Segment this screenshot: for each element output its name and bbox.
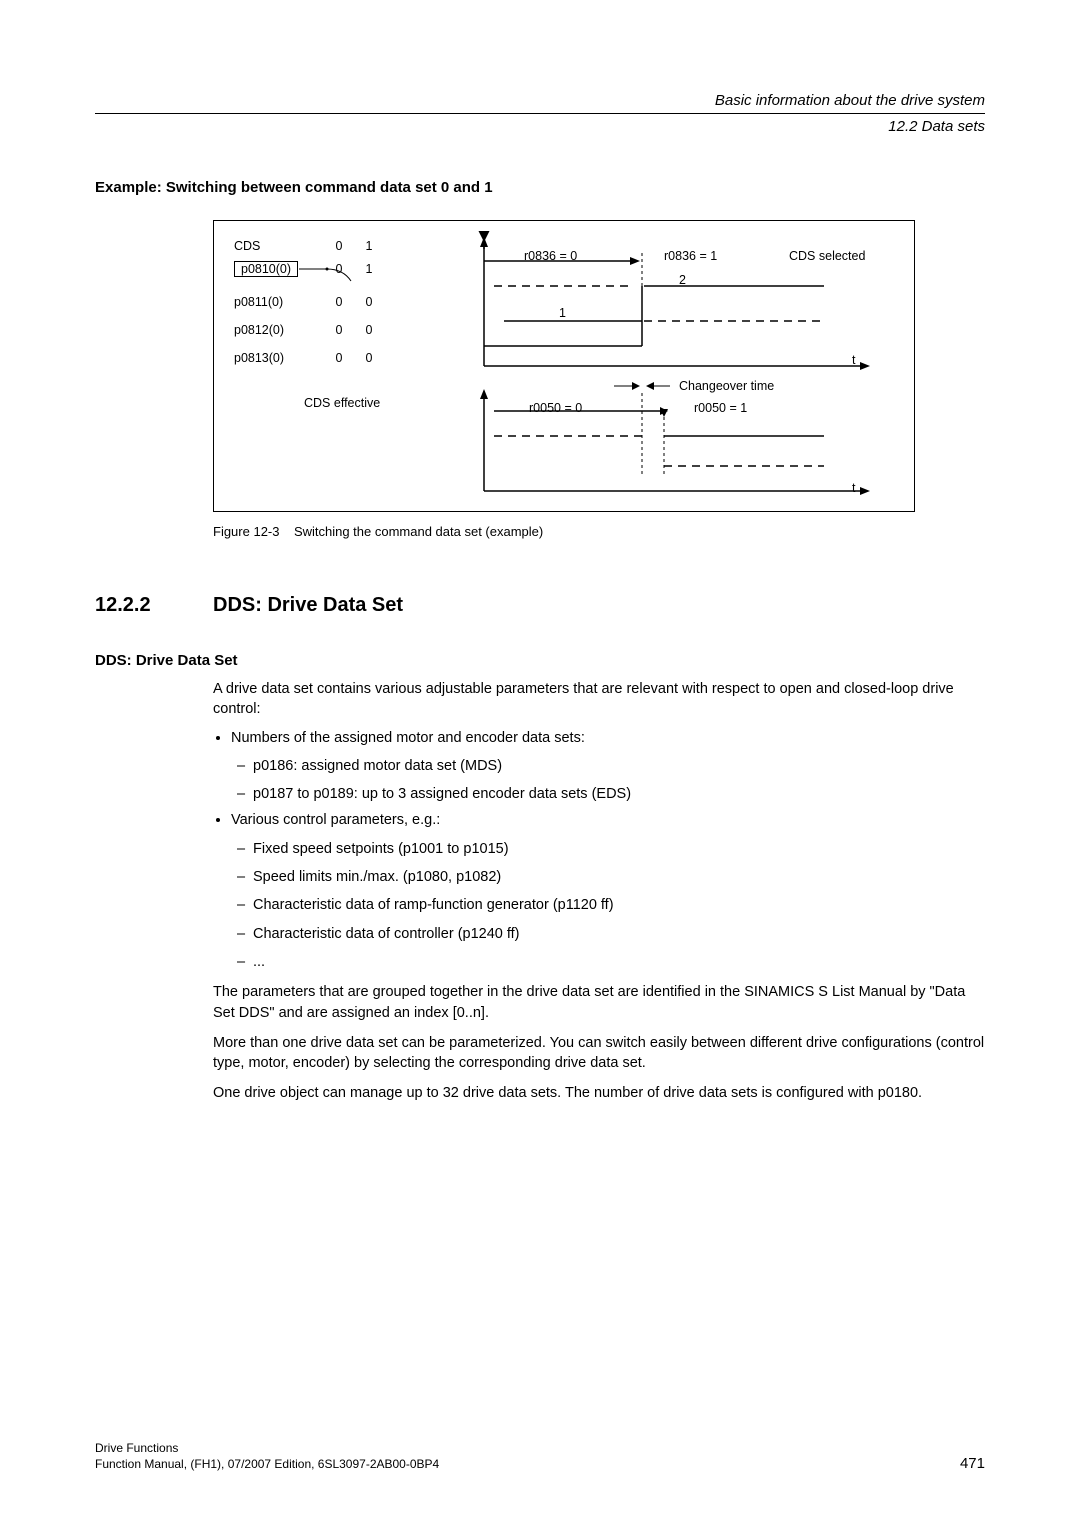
p0813-label: p0813(0) (234, 351, 324, 365)
header-chapter: Basic information about the drive system (95, 90, 985, 111)
r0050-1-label: r0050 = 1 (694, 401, 747, 415)
timing-diagram-icon (464, 231, 894, 501)
para-2: The parameters that are grouped together… (213, 982, 985, 1023)
body-content: A drive data set contains various adjust… (213, 679, 985, 1104)
sub-bullet-2-2: Speed limits min./max. (p1080, p1082) (253, 867, 985, 887)
p0812-v1: 0 (324, 323, 354, 337)
t-axis-1: t (852, 353, 855, 367)
value-1: 1 (559, 306, 566, 320)
heading-12-2-2: 12.2.2 DDS: Drive Data Set (95, 594, 985, 617)
p0811-label: p0811(0) (234, 295, 324, 309)
p0811-v2: 0 (354, 295, 384, 309)
figure-left-column: CDS 0 1 p0810(0) 0 1 p0811(0) 0 (234, 239, 464, 379)
bullet-2: Various control parameters, e.g.: (231, 812, 440, 828)
bullet-1: Numbers of the assigned motor and encode… (231, 730, 585, 746)
page-number: 471 (960, 1455, 985, 1472)
header-section: 12.2 Data sets (95, 116, 985, 137)
p0811-v1: 0 (324, 295, 354, 309)
r0836-1-label: r0836 = 1 (664, 249, 717, 263)
page-footer: Drive Functions Function Manual, (FH1), … (95, 1440, 985, 1472)
sub-bullet-2-5: ... (253, 952, 985, 972)
changeover-label: Changeover time (679, 379, 774, 393)
figure-caption-text: Switching the command data set (example) (294, 524, 543, 539)
cds-selected-label: CDS selected (789, 249, 865, 263)
cds-label: CDS (234, 239, 324, 253)
subheading-dds: DDS: Drive Data Set (95, 652, 985, 669)
p0812-v2: 0 (354, 323, 384, 337)
p0813-v1: 0 (324, 351, 354, 365)
cds-effective-label: CDS effective (304, 396, 380, 410)
r0836-0-label: r0836 = 0 (524, 249, 577, 263)
page-header: Basic information about the drive system… (95, 90, 985, 137)
sub-bullet-1-2: p0187 to p0189: up to 3 assigned encoder… (253, 784, 985, 804)
p0810-alt-v2: 1 (354, 262, 384, 276)
heading-number: 12.2.2 (95, 594, 213, 617)
r0050-0-label: r0050 = 0 (529, 401, 582, 415)
sub-bullet-2-3: Characteristic data of ramp-function gen… (253, 895, 985, 915)
bullet-list-1: Numbers of the assigned motor and encode… (213, 728, 985, 973)
cds-v1: 0 (324, 239, 354, 253)
sub-bullet-2-1: Fixed speed setpoints (p1001 to p1015) (253, 839, 985, 859)
sub-bullet-2-4: Characteristic data of controller (p1240… (253, 924, 985, 944)
switch-symbol-icon (299, 267, 354, 285)
figure-right-graphs: r0836 = 0 r0836 = 1 CDS selected 2 1 t C… (464, 231, 894, 501)
sub-bullet-1-1: p0186: assigned motor data set (MDS) (253, 756, 985, 776)
figure-caption: Figure 12-3 Switching the command data s… (213, 524, 985, 539)
para-intro: A drive data set contains various adjust… (213, 679, 985, 720)
para-3: More than one drive data set can be para… (213, 1033, 985, 1074)
p0813-v2: 0 (354, 351, 384, 365)
para-4: One drive object can manage up to 32 dri… (213, 1083, 985, 1103)
p0810-box: p0810(0) (234, 261, 298, 277)
cds-v2: 1 (354, 239, 384, 253)
header-rule (95, 113, 985, 114)
t-axis-2: t (852, 481, 855, 495)
heading-title: DDS: Drive Data Set (213, 594, 403, 617)
footer-line-1: Drive Functions (95, 1440, 439, 1456)
example-heading: Example: Switching between command data … (95, 179, 985, 196)
figure-caption-label: Figure 12-3 (213, 524, 279, 539)
value-2: 2 (679, 273, 686, 287)
figure-diagram: CDS 0 1 p0810(0) 0 1 p0811(0) 0 (213, 220, 915, 512)
footer-line-2: Function Manual, (FH1), 07/2007 Edition,… (95, 1456, 439, 1472)
p0812-label: p0812(0) (234, 323, 324, 337)
